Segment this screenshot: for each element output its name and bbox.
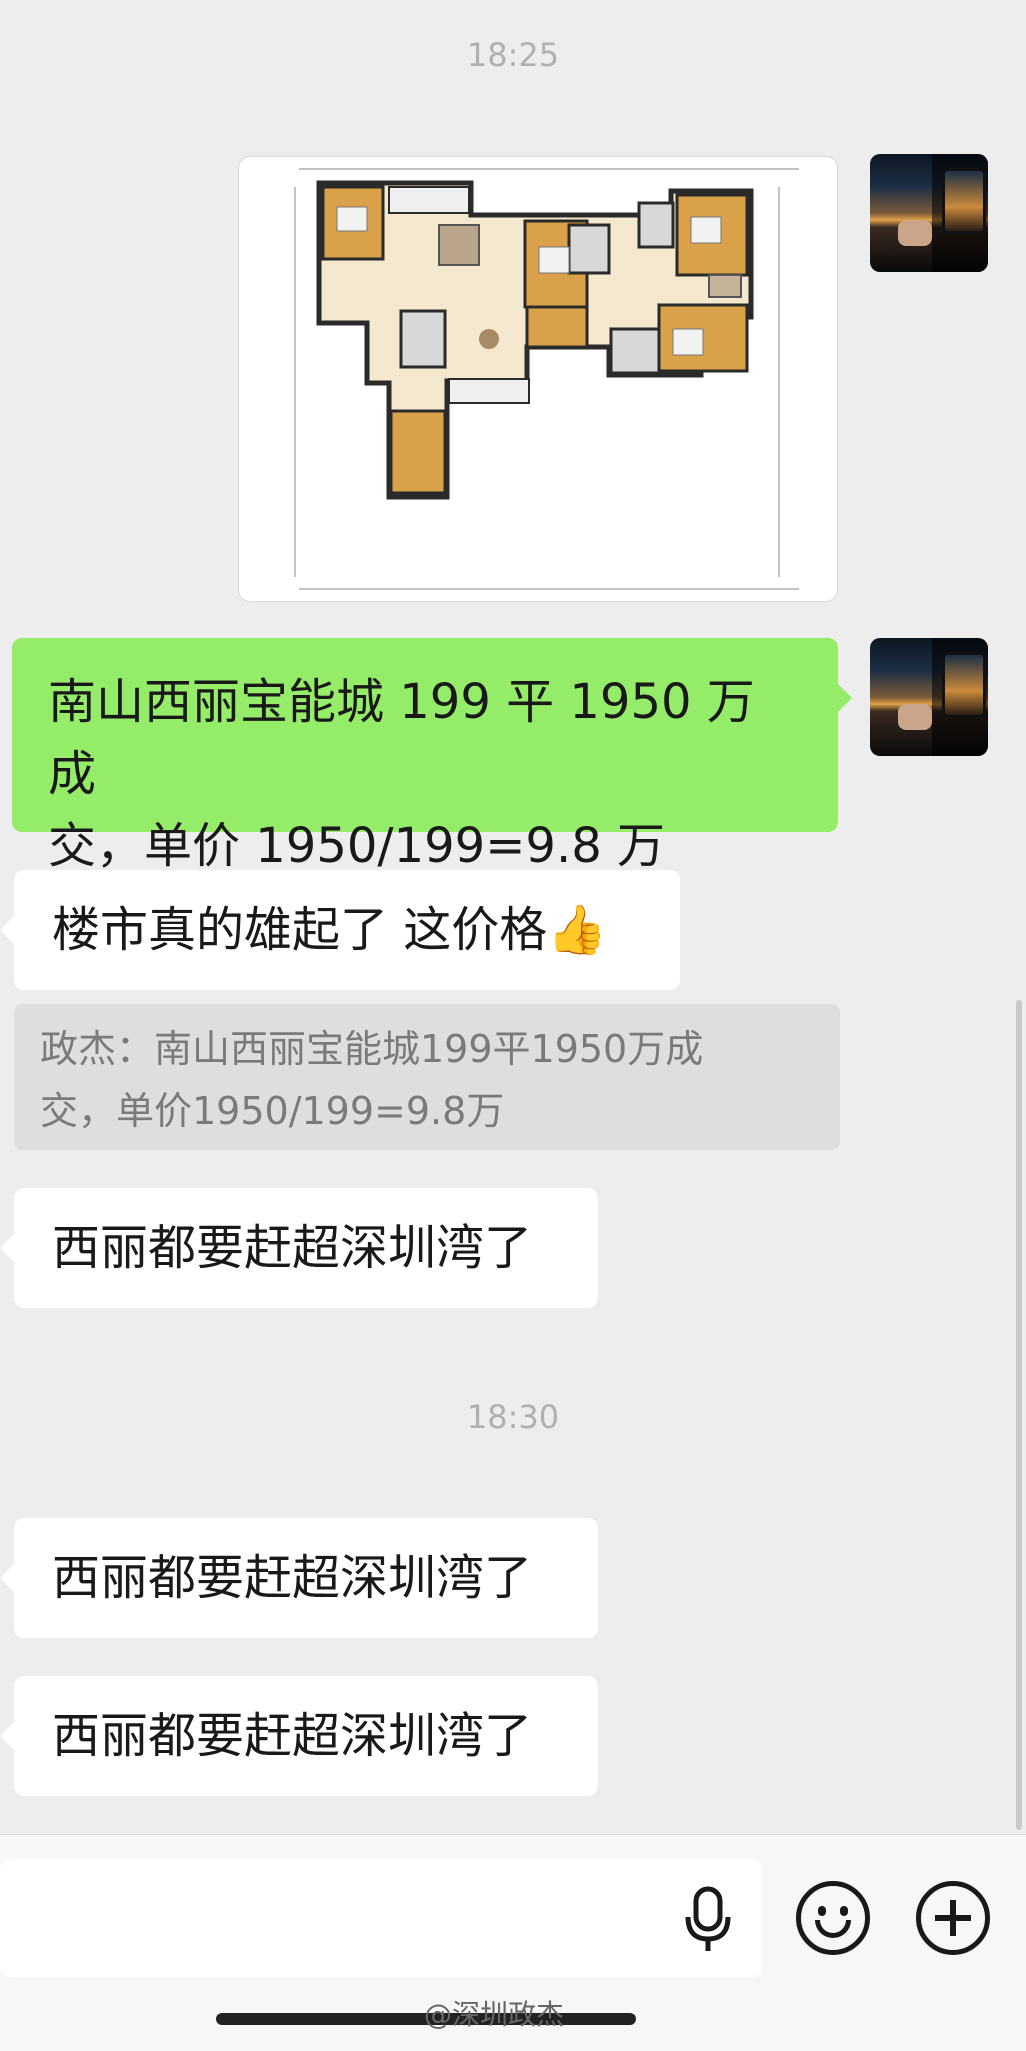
self-message-bubble[interactable]: 南山西丽宝能城 199 平 1950 万成 交，单价 1950/199=9.8 … <box>12 638 852 874</box>
quote-text: 政杰：南山西丽宝能城199平1950万成 <box>40 1027 704 1071</box>
thumbs-up-emoji-icon: 👍 <box>547 902 608 958</box>
message-input[interactable] <box>0 1859 762 1977</box>
other-message-bubble[interactable]: 楼市真的雄起了 这价格👍 <box>0 870 680 990</box>
message-text: 西丽都要赶超深圳湾了 <box>52 1550 533 1606</box>
bubble-tail <box>0 1234 14 1262</box>
other-message-bubble[interactable]: 西丽都要赶超深圳湾了 <box>0 1518 598 1638</box>
message-text: 西丽都要赶超深圳湾了 <box>52 1220 533 1276</box>
microphone-icon[interactable] <box>682 1885 734 1955</box>
other-message-bubble[interactable]: 西丽都要赶超深圳湾了 <box>0 1676 598 1796</box>
bubble-tail <box>0 916 14 944</box>
quoted-message[interactable]: 政杰：南山西丽宝能城199平1950万成 交，单价1950/199=9.8万 <box>14 1004 840 1150</box>
floor-plan-image[interactable] <box>238 156 838 602</box>
message-text: 南山西丽宝能城 199 平 1950 万成 <box>48 674 755 802</box>
input-bar: @深圳政杰 <box>0 1834 1026 2051</box>
message-text: 楼市真的雄起了 这价格 <box>52 902 548 958</box>
bubble-tail <box>0 1722 14 1750</box>
other-message-bubble[interactable]: 西丽都要赶超深圳湾了 <box>0 1188 598 1308</box>
bubble-tail <box>838 684 852 712</box>
add-icon[interactable] <box>916 1881 990 1955</box>
self-avatar[interactable] <box>870 154 988 272</box>
bubble-tail <box>0 1564 14 1592</box>
timestamp: 18:25 <box>466 36 560 74</box>
watermark: @深圳政杰 <box>424 1998 565 2031</box>
message-text: 西丽都要赶超深圳湾了 <box>52 1708 533 1764</box>
timestamp: 18:30 <box>466 1398 560 1436</box>
emoji-icon[interactable] <box>796 1881 870 1955</box>
self-avatar[interactable] <box>870 638 988 756</box>
floor-plan-drawing <box>294 168 799 590</box>
scrollbar[interactable] <box>1016 1000 1022 1830</box>
quote-text: 交，单价1950/199=9.8万 <box>40 1089 505 1133</box>
